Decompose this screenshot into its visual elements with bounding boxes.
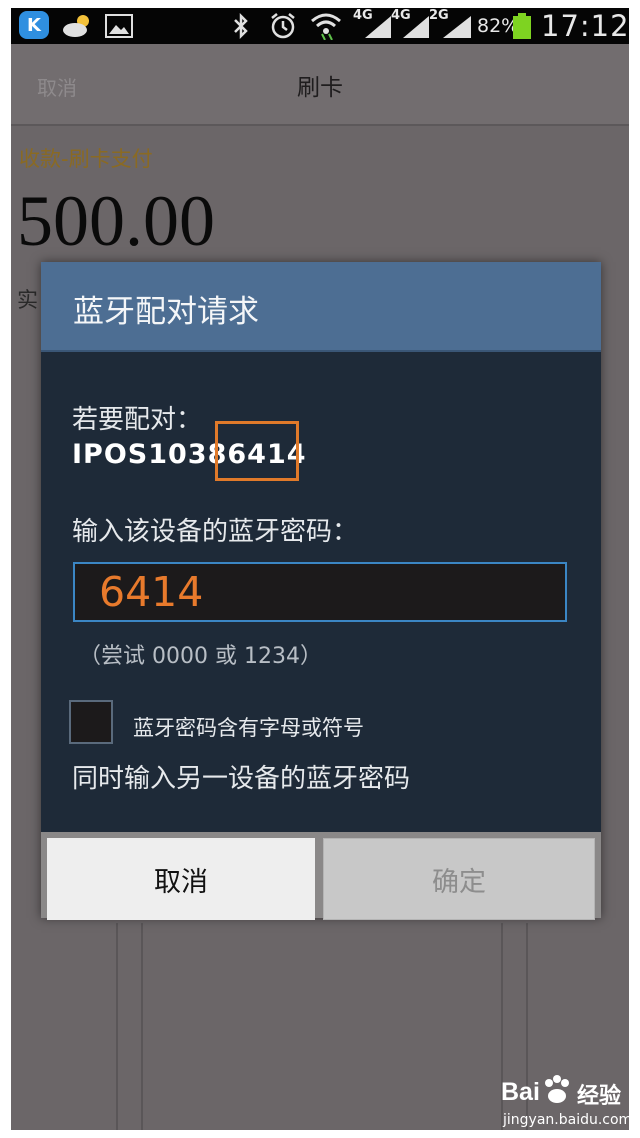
alphanumeric-pin-checkbox[interactable] [69,700,113,744]
checkbox-label: 蓝牙密码含有字母或符号 [133,716,364,740]
dialog-body: 若要配对： IPOS10386414 输入该设备的蓝牙密码： 6414 （尝试 … [41,352,601,832]
watermark-brand-cn: 经验 [577,1084,622,1109]
gallery-icon [105,12,133,40]
simultaneous-entry-label: 同时输入另一设备的蓝牙密码 [72,764,411,794]
signal-4g-icon: 4G [391,8,431,40]
pin-input[interactable]: 6414 [73,562,567,622]
paw-icon [541,1074,573,1114]
weather-icon [61,12,93,40]
bluetooth-pairing-dialog: 蓝牙配对请求 若要配对： IPOS10386414 输入该设备的蓝牙密码： 64… [41,262,601,920]
signal-2g-icon: 2G [429,8,473,40]
app-bar: 取消 刷卡 [11,44,629,126]
pin-label: 输入该设备的蓝牙密码： [72,517,359,547]
phone-screen: K 4G 4G 2G 82% 17:12 取消 刷卡 收款-刷卡支付 500.0… [11,8,629,1130]
signal-4g-icon: 4G [353,8,393,40]
page-title: 刷卡 [297,75,343,101]
watermark-url: jingyan.baidu.com [503,1112,629,1128]
pin-hint: （尝试 0000 或 1234） [79,644,322,669]
background-label-fragment: 实 [17,288,38,312]
network-type-label: 4G [391,8,411,23]
watermark-logo: Bai [501,1078,540,1106]
dialog-header: 蓝牙配对请求 [41,262,601,352]
alarm-icon [269,12,297,40]
wifi-icon [309,12,343,40]
highlight-annotation-box [215,421,299,481]
payment-amount: 500.00 [17,181,215,261]
ok-button[interactable]: 确定 [323,838,595,920]
clock: 17:12 [541,9,629,43]
payment-subtitle: 收款-刷卡支付 [19,147,153,171]
dialog-button-bar: 取消 确定 [41,832,601,920]
network-type-label: 4G [353,8,373,23]
cancel-button[interactable]: 取消 [47,838,315,920]
status-bar: K 4G 4G 2G 82% 17:12 [11,8,629,44]
background-divider [116,923,118,1130]
baidu-watermark: Bai 经验 jingyan.baidu.com [501,1074,629,1130]
app-k-icon: K [19,11,49,39]
bluetooth-icon [231,12,251,40]
network-type-label: 2G [429,8,449,23]
battery-icon [511,12,533,40]
pair-label: 若要配对： [72,405,203,435]
dialog-title: 蓝牙配对请求 [73,294,259,330]
background-divider [141,923,143,1130]
